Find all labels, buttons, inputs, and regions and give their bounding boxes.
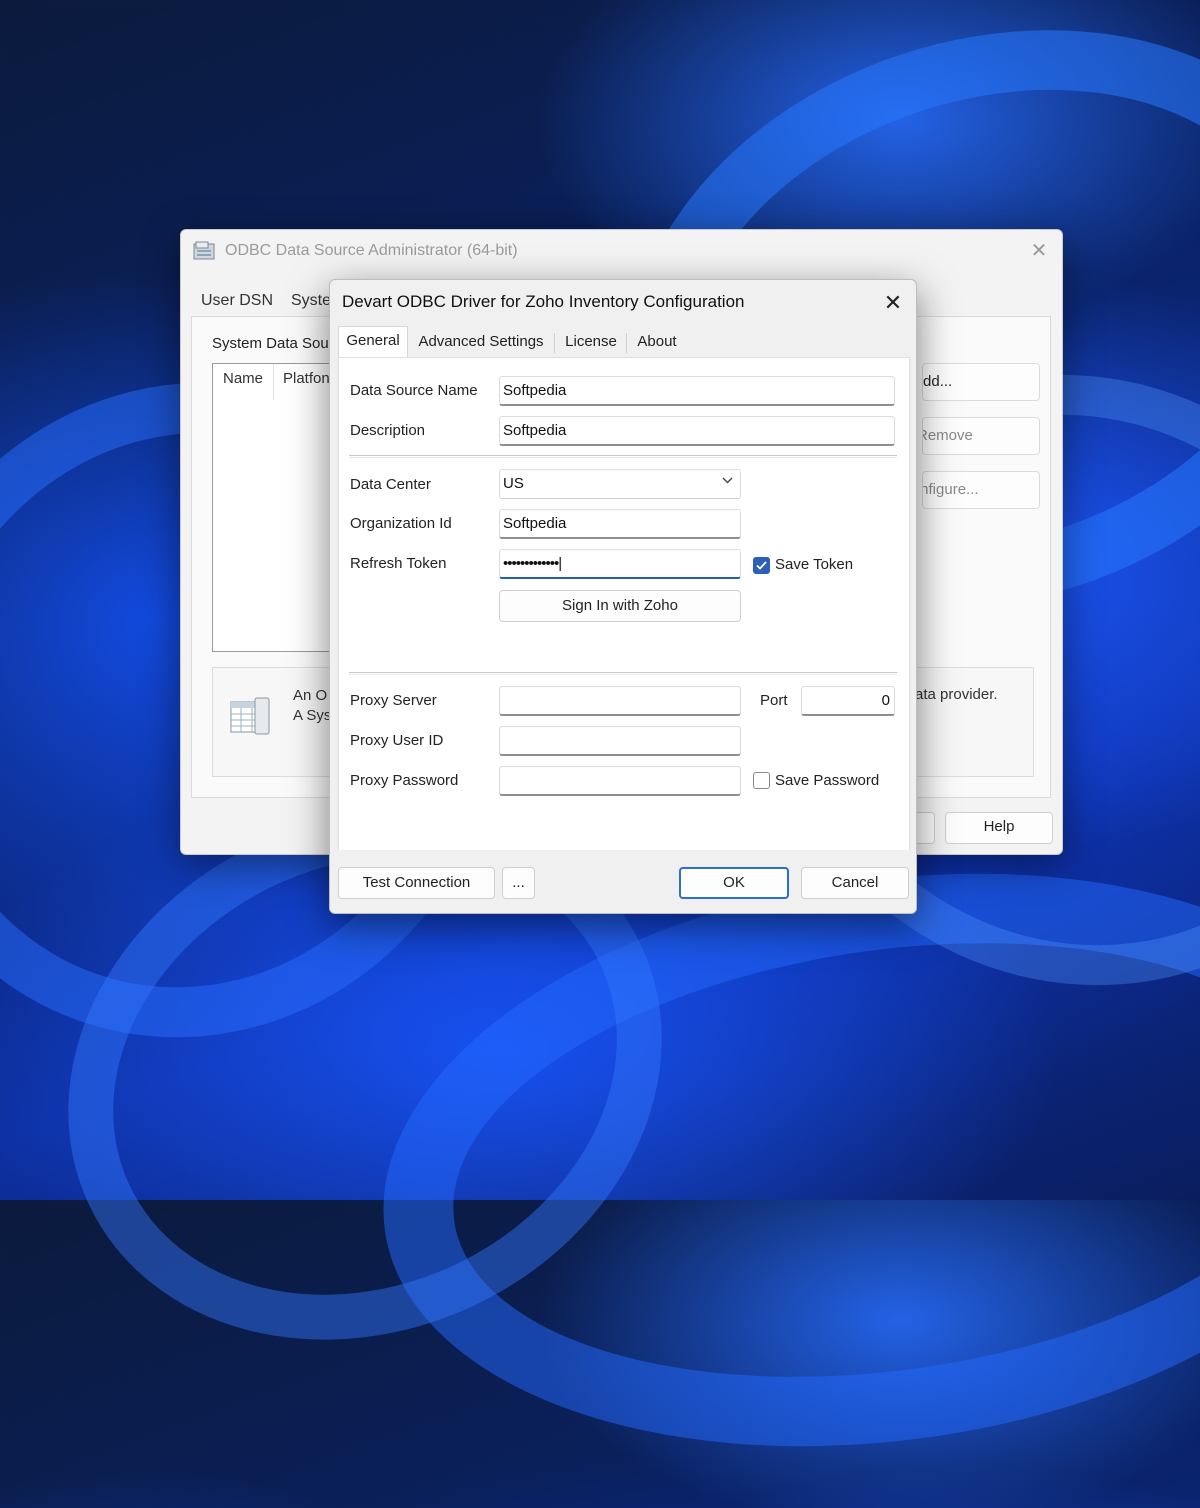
tab-about[interactable]: About	[628, 328, 686, 358]
tab-general[interactable]: General	[338, 326, 408, 358]
data-source-list[interactable]: Name Platfon	[212, 363, 334, 652]
divider	[349, 455, 897, 456]
window-title: ODBC Data Source Administrator (64-bit)	[225, 242, 518, 259]
tab-separator	[626, 333, 627, 353]
system-data-sources-label: System Data Sou	[212, 335, 329, 352]
add-button-label: Add...	[923, 373, 953, 390]
column-separator	[273, 364, 274, 400]
tab-license[interactable]: License	[556, 328, 626, 358]
data-source-name-label: Data Source Name	[350, 382, 478, 399]
data-source-name-field[interactable]: Softpedia	[499, 376, 895, 406]
save-token-label[interactable]: Save Token	[775, 556, 853, 573]
more-options-button[interactable]: ...	[502, 867, 535, 899]
save-token-checkbox[interactable]	[753, 557, 770, 574]
info-text: An O A Sys	[293, 686, 333, 726]
chevron-down-icon	[721, 474, 734, 490]
data-center-label: Data Center	[350, 476, 431, 493]
remove-button-label: Remove	[922, 427, 973, 444]
divider	[349, 674, 897, 675]
column-header-name[interactable]: Name	[223, 370, 271, 387]
port-label: Port	[760, 692, 788, 709]
data-center-select[interactable]: US	[499, 469, 741, 499]
remove-button[interactable]: Remove	[922, 417, 1040, 455]
odbc-app-icon	[193, 241, 215, 260]
dialog-title: Devart ODBC Driver for Zoho Inventory Co…	[342, 292, 745, 311]
sign-in-with-zoho-button[interactable]: Sign In with Zoho	[499, 590, 741, 622]
close-icon[interactable]: ✕	[878, 288, 908, 318]
refresh-token-label: Refresh Token	[350, 555, 447, 572]
proxy-password-field[interactable]	[499, 766, 741, 796]
checkmark-icon	[756, 561, 767, 570]
proxy-password-label: Proxy Password	[350, 772, 459, 789]
proxy-user-id-label: Proxy User ID	[350, 732, 444, 749]
info-text-line: An O	[293, 687, 328, 704]
general-tab-panel: Data Source Name Softpedia Description S…	[338, 357, 910, 852]
info-text-line: A Sys	[293, 707, 332, 724]
test-connection-button[interactable]: Test Connection	[338, 867, 495, 899]
port-field[interactable]: 0	[801, 686, 895, 716]
wallpaper-swirl	[345, 811, 1200, 1508]
save-password-checkbox[interactable]	[753, 772, 770, 789]
info-text-tail: ata provider.	[915, 686, 998, 703]
proxy-user-id-field[interactable]	[499, 726, 741, 756]
description-field[interactable]: Softpedia	[499, 416, 895, 446]
refresh-token-field[interactable]: •••••••••••••|	[499, 549, 741, 579]
configure-button[interactable]: Configure...	[922, 471, 1040, 509]
proxy-server-label: Proxy Server	[350, 692, 437, 709]
tab-user-dsn[interactable]: User DSN	[191, 286, 281, 316]
data-source-icon	[230, 697, 270, 735]
dialog-footer: Test Connection ... OK Cancel	[330, 850, 916, 913]
close-icon[interactable]: ✕	[1026, 238, 1052, 264]
save-password-label[interactable]: Save Password	[775, 772, 879, 789]
organization-id-label: Organization Id	[350, 515, 452, 532]
divider	[349, 457, 897, 458]
organization-id-field[interactable]: Softpedia	[499, 509, 741, 539]
help-button[interactable]: Help	[945, 812, 1053, 844]
tab-separator	[554, 333, 555, 353]
column-header-platform[interactable]: Platfon	[283, 370, 331, 387]
data-center-value: US	[503, 475, 524, 492]
devart-config-dialog: Devart ODBC Driver for Zoho Inventory Co…	[329, 279, 917, 914]
ok-button[interactable]: OK	[679, 867, 789, 899]
description-label: Description	[350, 422, 426, 439]
title-bar: ODBC Data Source Administrator (64-bit) …	[181, 230, 1062, 274]
proxy-server-field[interactable]	[499, 686, 741, 716]
tab-advanced-settings[interactable]: Advanced Settings	[410, 328, 552, 358]
divider	[349, 672, 897, 673]
add-button[interactable]: Add...	[922, 363, 1040, 401]
cancel-button[interactable]: Cancel	[801, 867, 909, 899]
configure-button-label: Configure...	[923, 481, 979, 498]
